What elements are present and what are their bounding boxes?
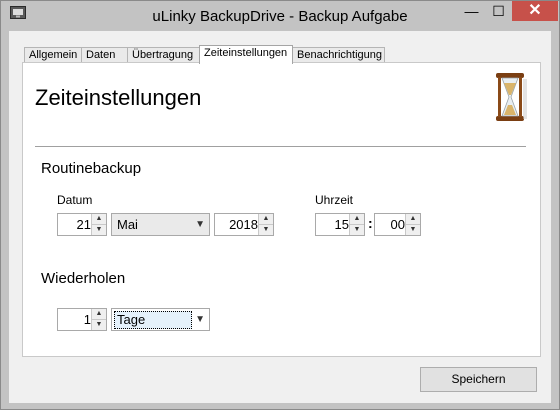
day-value: 21 <box>76 217 91 232</box>
repeat-unit-select[interactable]: Tage ▼ <box>111 308 210 331</box>
tab-uebertragung[interactable]: Übertragung <box>127 47 200 63</box>
tab-daten[interactable]: Daten <box>81 47 128 63</box>
repeat-unit-value: Tage <box>114 311 192 329</box>
routine-section-title: Routinebackup <box>41 160 142 177</box>
tab-zeiteinstellungen[interactable]: Zeiteinstellungen <box>199 45 293 64</box>
page-title: Zeiteinstellungen <box>35 85 202 110</box>
repeat-section-title: Wiederholen <box>41 270 126 287</box>
date-label: Datum <box>57 193 93 207</box>
minute-down-button[interactable]: ▼ <box>406 225 420 235</box>
day-up-button[interactable]: ▲ <box>92 214 106 225</box>
title-bar[interactable]: uLinky BackupDrive - Backup Aufgabe — ☐ … <box>1 1 559 31</box>
time-label: Uhrzeit <box>315 193 354 207</box>
hour-stepper[interactable]: 15 ▲ ▼ <box>315 213 365 236</box>
repeat-count-value: 1 <box>83 312 91 327</box>
chevron-down-icon: ▼ <box>195 314 205 325</box>
save-button[interactable]: Speichern <box>420 367 537 392</box>
minute-up-button[interactable]: ▲ <box>406 214 420 225</box>
year-down-button[interactable]: ▼ <box>259 225 273 235</box>
year-value: 2018 <box>229 217 258 232</box>
minute-value: 00 <box>390 217 405 232</box>
close-button[interactable]: ✕ <box>512 1 558 21</box>
day-stepper[interactable]: 21 ▲ ▼ <box>57 213 107 236</box>
day-down-button[interactable]: ▼ <box>92 225 106 235</box>
chevron-down-icon: ▼ <box>195 219 205 230</box>
hour-up-button[interactable]: ▲ <box>350 214 364 225</box>
repeat-count-up-button[interactable]: ▲ <box>92 309 106 320</box>
repeat-count-stepper[interactable]: 1 ▲ ▼ <box>57 308 107 331</box>
tab-allgemein[interactable]: Allgemein <box>24 47 82 63</box>
tab-benachrichtigung[interactable]: Benachrichtigung <box>292 47 385 63</box>
month-select[interactable]: Mai ▼ <box>111 213 210 236</box>
time-separator: : <box>368 215 373 231</box>
hour-down-button[interactable]: ▼ <box>350 225 364 235</box>
repeat-count-down-button[interactable]: ▼ <box>92 320 106 330</box>
minimize-button[interactable]: — <box>458 1 485 21</box>
app-window: uLinky BackupDrive - Backup Aufgabe — ☐ … <box>0 0 560 410</box>
hour-value: 15 <box>334 217 349 232</box>
year-stepper[interactable]: 2018 ▲ ▼ <box>214 213 274 236</box>
year-up-button[interactable]: ▲ <box>259 214 273 225</box>
hourglass-icon <box>496 73 527 121</box>
minute-stepper[interactable]: 00 ▲ ▼ <box>374 213 421 236</box>
maximize-button[interactable]: ☐ <box>485 1 512 21</box>
divider <box>35 146 526 147</box>
month-value: Mai <box>117 217 138 232</box>
